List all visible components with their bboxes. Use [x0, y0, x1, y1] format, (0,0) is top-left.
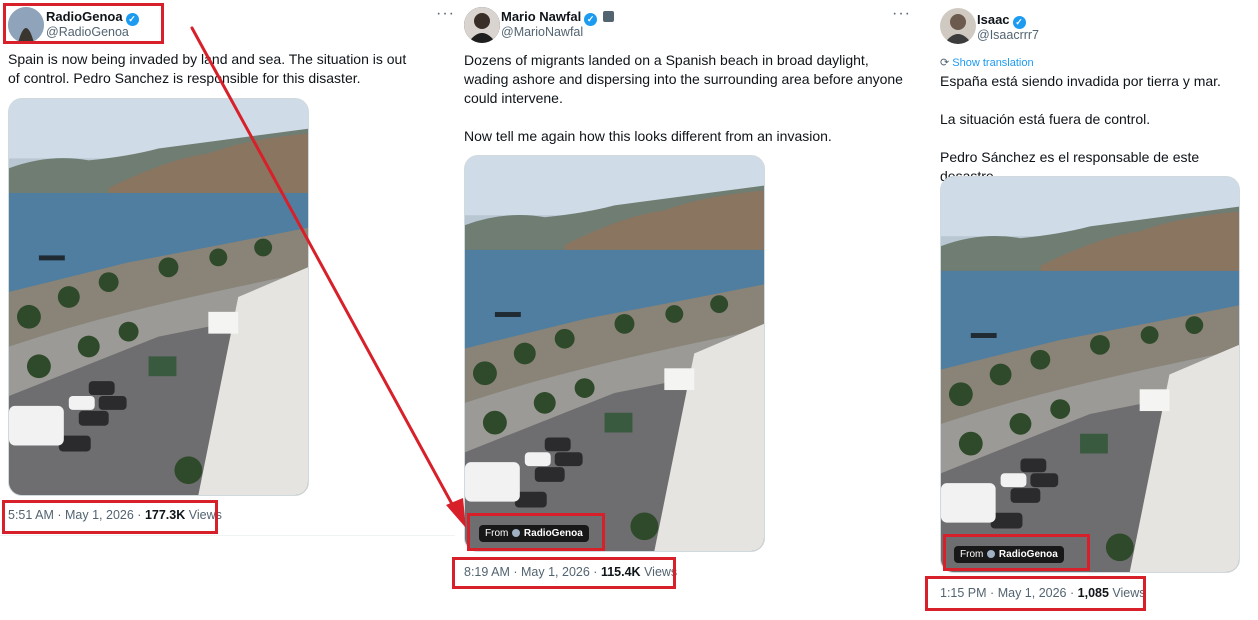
annotation-arrow: [190, 26, 466, 528]
